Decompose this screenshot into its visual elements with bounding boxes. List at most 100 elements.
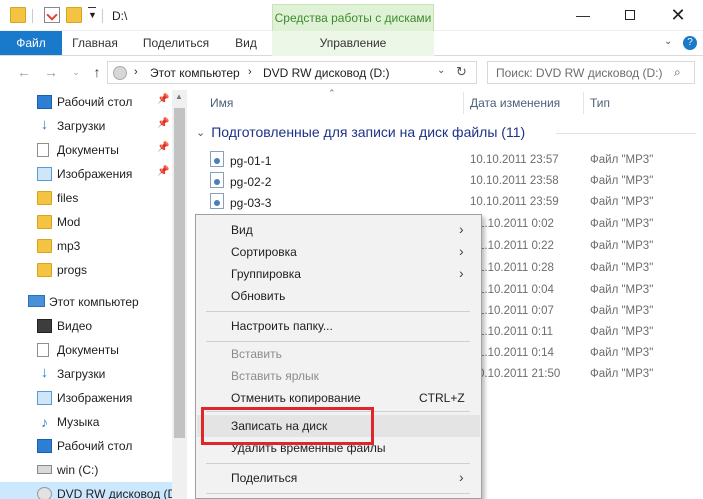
chevron-down-icon[interactable]: ▼ — [88, 10, 97, 20]
sidebar-item-pictures-pc[interactable]: Изображения — [0, 386, 172, 410]
refresh-icon[interactable]: ↻ — [456, 64, 467, 80]
file-date: 1.10.2011 0:07 — [478, 305, 554, 317]
chevron-down-icon[interactable]: ⌄ — [437, 65, 445, 76]
tab-view[interactable]: Вид — [226, 31, 266, 55]
sidebar-item-label: Этот компьютер — [49, 295, 139, 309]
sidebar-item-desktop[interactable]: Рабочий стол 📌 — [0, 90, 172, 114]
breadcrumb-this-pc[interactable]: Этот компьютер — [150, 66, 240, 80]
file-date: 1.10.2011 0:04 — [478, 284, 554, 296]
menu-item-label: Отменить копирование — [231, 391, 361, 405]
download-icon: ↓ — [40, 116, 49, 133]
menu-separator — [206, 311, 470, 312]
menu-item-paste: Вставить — [197, 343, 480, 365]
sidebar-item-dvd-drive[interactable]: DVD RW дисковод (D: — [0, 482, 180, 499]
new-folder-icon[interactable] — [66, 7, 82, 23]
menu-item-shortcut: CTRL+Z — [419, 391, 465, 405]
pin-icon[interactable]: 📌 — [157, 118, 169, 129]
breadcrumb-drive[interactable]: DVD RW дисковод (D:) — [263, 66, 390, 80]
group-header-label: Подготовленные для записи на диск файлы … — [211, 124, 526, 140]
menu-item-group[interactable]: Группировка › — [197, 263, 480, 285]
menu-item-refresh[interactable]: Обновить — [197, 285, 480, 307]
sidebar-item-downloads[interactable]: ↓ Загрузки 📌 — [0, 114, 172, 138]
sidebar-item-music[interactable]: ♪ Музыка — [0, 410, 172, 434]
sort-indicator-icon: ⌃ — [328, 88, 336, 98]
sidebar-item-pictures[interactable]: Изображения 📌 — [0, 162, 172, 186]
search-icon: ⌕ — [674, 65, 681, 79]
mp3-file-icon — [210, 193, 224, 209]
sidebar-item-files[interactable]: files — [0, 186, 172, 210]
search-input[interactable]: Поиск: DVD RW дисковод (D:) ⌕ — [487, 61, 695, 84]
pin-icon[interactable]: 📌 — [157, 94, 169, 105]
sidebar-item-documents-pc[interactable]: Документы — [0, 338, 172, 362]
navigation-pane: Рабочий стол 📌 ↓ Загрузки 📌 Документы 📌 … — [0, 90, 190, 499]
sidebar-item-progs[interactable]: progs — [0, 258, 172, 282]
title-bar: ▼ D:\ Средства работы с дисками — ✕ — [0, 0, 703, 32]
search-placeholder: Поиск: DVD RW дисковод (D:) — [496, 66, 663, 80]
mp3-file-icon — [210, 172, 224, 188]
sidebar-scroll-thumb[interactable] — [174, 108, 185, 438]
menu-item-share[interactable]: Поделиться › — [197, 467, 480, 489]
file-date: 10.10.2011 23:57 — [470, 154, 559, 166]
column-separator[interactable] — [583, 92, 584, 114]
back-arrow-icon[interactable]: ← — [14, 62, 34, 82]
menu-item-view[interactable]: Вид › — [197, 219, 480, 241]
documents-icon — [37, 143, 49, 157]
column-header-name[interactable]: Имя — [210, 96, 233, 110]
sidebar-item-label: Музыка — [57, 415, 100, 429]
pictures-icon — [37, 167, 52, 181]
folder-icon — [37, 239, 52, 253]
folder-icon — [10, 7, 26, 23]
sidebar-item-video[interactable]: Видео — [0, 314, 172, 338]
group-header[interactable]: ⌄ Подготовленные для записи на диск файл… — [196, 124, 525, 140]
help-icon[interactable]: ? — [683, 36, 697, 50]
chevron-down-icon[interactable]: ⌄ — [664, 36, 672, 47]
up-arrow-icon[interactable]: ↑ — [87, 62, 107, 82]
file-type: Файл "MP3" — [590, 218, 654, 230]
menu-separator — [206, 463, 470, 464]
file-name[interactable]: pg-03-3 — [230, 196, 271, 210]
maximize-button[interactable] — [607, 0, 653, 30]
menu-item-undo-copy[interactable]: Отменить копирование CTRL+Z — [197, 387, 480, 409]
file-type: Файл "MP3" — [590, 326, 654, 338]
sidebar-item-desktop-pc[interactable]: Рабочий стол — [0, 434, 172, 458]
sidebar-item-label: Загрузки — [57, 119, 106, 133]
sidebar-item-mod[interactable]: Mod — [0, 210, 172, 234]
pin-icon[interactable]: 📌 — [157, 142, 169, 153]
menu-item-label: Обновить — [231, 289, 286, 303]
address-bar[interactable]: › Этот компьютер › DVD RW дисковод (D:) … — [107, 61, 477, 84]
recent-chevron-icon[interactable]: ⌄ — [66, 62, 86, 82]
divider — [32, 9, 33, 23]
file-name[interactable]: pg-01-1 — [230, 154, 271, 168]
tab-manage[interactable]: Управление — [272, 31, 434, 55]
file-name[interactable]: pg-02-2 — [230, 175, 271, 189]
chevron-down-icon[interactable]: ⌄ — [196, 126, 205, 139]
minimize-button[interactable]: — — [560, 0, 606, 30]
tab-share[interactable]: Поделиться — [134, 31, 218, 55]
file-type: Файл "MP3" — [590, 240, 654, 252]
column-separator[interactable] — [463, 92, 464, 114]
sidebar-item-label: DVD RW дисковод (D: — [57, 487, 180, 499]
pin-icon[interactable]: 📌 — [157, 166, 169, 177]
sidebar-item-label: Документы — [57, 143, 119, 157]
sidebar-item-label: Изображения — [57, 167, 133, 181]
column-header-date[interactable]: Дата изменения — [470, 96, 560, 110]
file-type: Файл "MP3" — [590, 284, 654, 296]
close-button[interactable]: ✕ — [655, 0, 701, 30]
scroll-up-icon[interactable]: ▲ — [175, 92, 183, 101]
sidebar-item-mp3[interactable]: mp3 — [0, 234, 172, 258]
forward-arrow-icon[interactable]: → — [41, 62, 61, 82]
properties-icon[interactable] — [44, 7, 60, 23]
sidebar-item-drive-c[interactable]: win (C:) — [0, 458, 172, 482]
menu-item-sort[interactable]: Сортировка › — [197, 241, 480, 263]
tab-file[interactable]: Файл — [0, 31, 62, 55]
file-date: 1.10.2011 0:28 — [478, 262, 554, 274]
sidebar-item-downloads-pc[interactable]: ↓ Загрузки — [0, 362, 172, 386]
tab-home[interactable]: Главная — [62, 31, 128, 55]
sidebar-item-this-pc[interactable]: Этот компьютер — [0, 290, 172, 314]
breadcrumb-separator: › — [248, 66, 252, 78]
menu-item-customize-folder[interactable]: Настроить папку... — [197, 315, 480, 337]
navigation-bar: ← → ⌄ ↑ › Этот компьютер › DVD RW дисков… — [0, 56, 703, 90]
file-type: Файл "MP3" — [590, 262, 654, 274]
sidebar-item-documents[interactable]: Документы 📌 — [0, 138, 172, 162]
column-header-type[interactable]: Тип — [590, 96, 610, 110]
